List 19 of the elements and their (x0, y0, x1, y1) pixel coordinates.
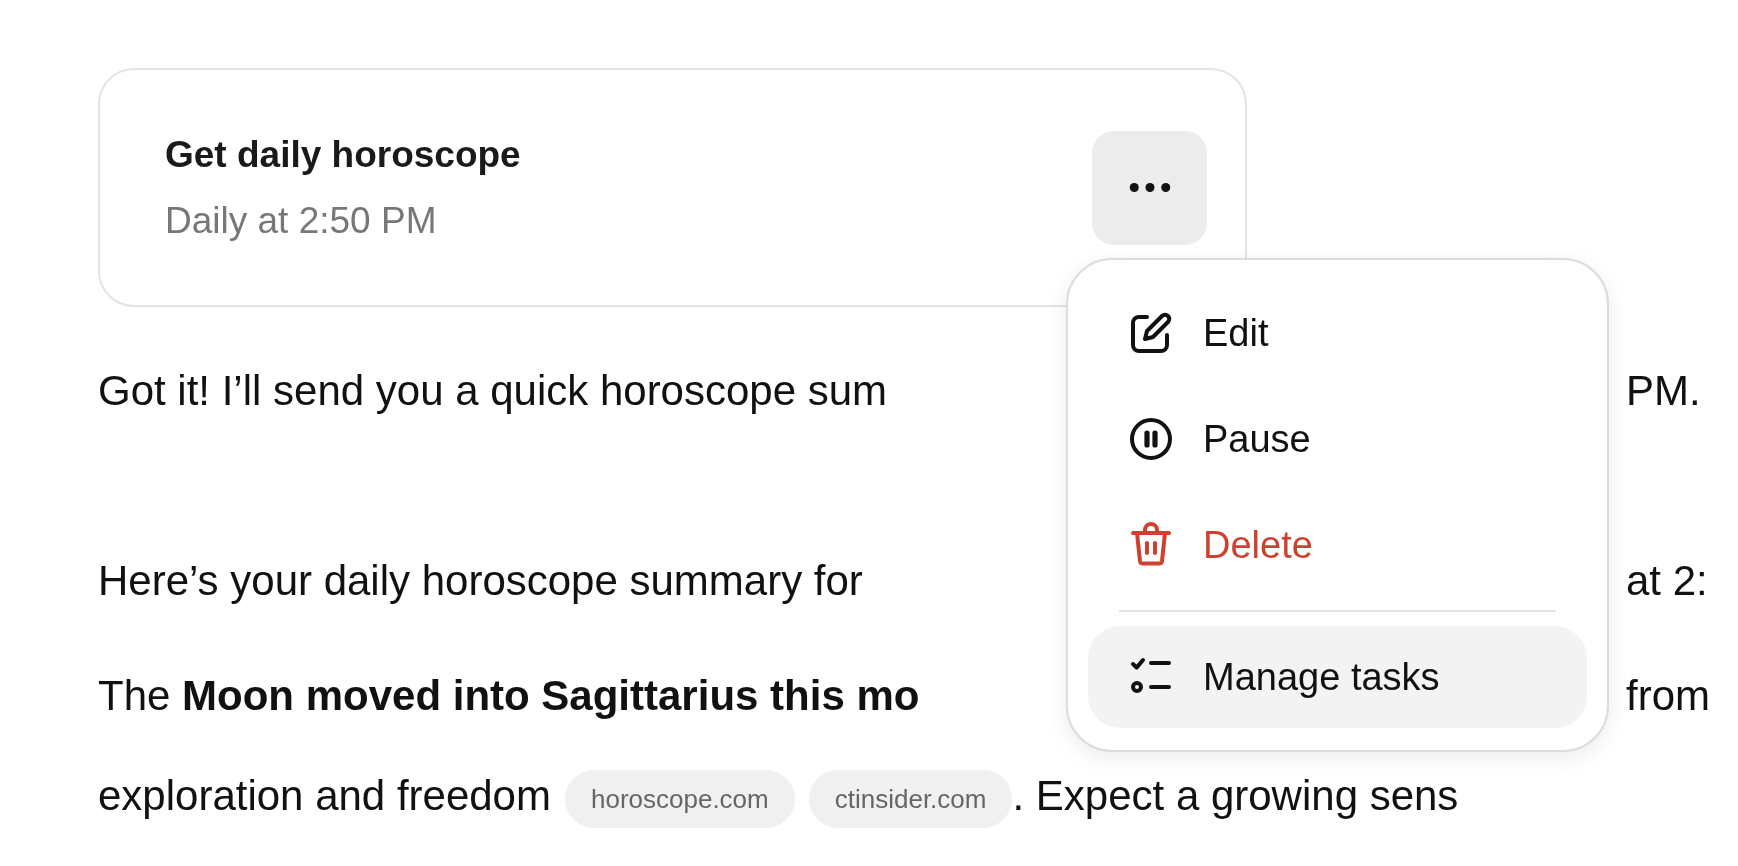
source-chip[interactable]: ctinsider.com (808, 769, 1013, 828)
menu-item[interactable]: Delete (1088, 494, 1587, 596)
message-text: Here’s your daily horoscope summary for (98, 556, 863, 606)
message-text: from (1626, 671, 1710, 721)
menu-item[interactable]: Pause (1088, 388, 1587, 490)
message-text: exploration and freedom (98, 772, 551, 819)
source-chip[interactable]: horoscope.com (564, 769, 795, 828)
message-text: at 2: (1626, 556, 1708, 606)
menu-item[interactable]: Manage tasks (1088, 626, 1587, 728)
message-text: The Moon moved into Sagittarius this mo (98, 671, 920, 721)
menu-item[interactable]: Edit (1088, 282, 1587, 384)
more-button[interactable] (1092, 130, 1207, 245)
task-schedule: Daily at 2:50 PM (165, 199, 438, 242)
message-text: . Expect a growing sens (1012, 772, 1459, 819)
task-title: Get daily horoscope (165, 133, 521, 176)
pause-icon (1127, 415, 1175, 463)
message-text: Got it! I’ll send you a quick horoscope sum (98, 366, 888, 416)
message-text: PM. (1626, 366, 1701, 416)
more-icon (1128, 183, 1171, 192)
